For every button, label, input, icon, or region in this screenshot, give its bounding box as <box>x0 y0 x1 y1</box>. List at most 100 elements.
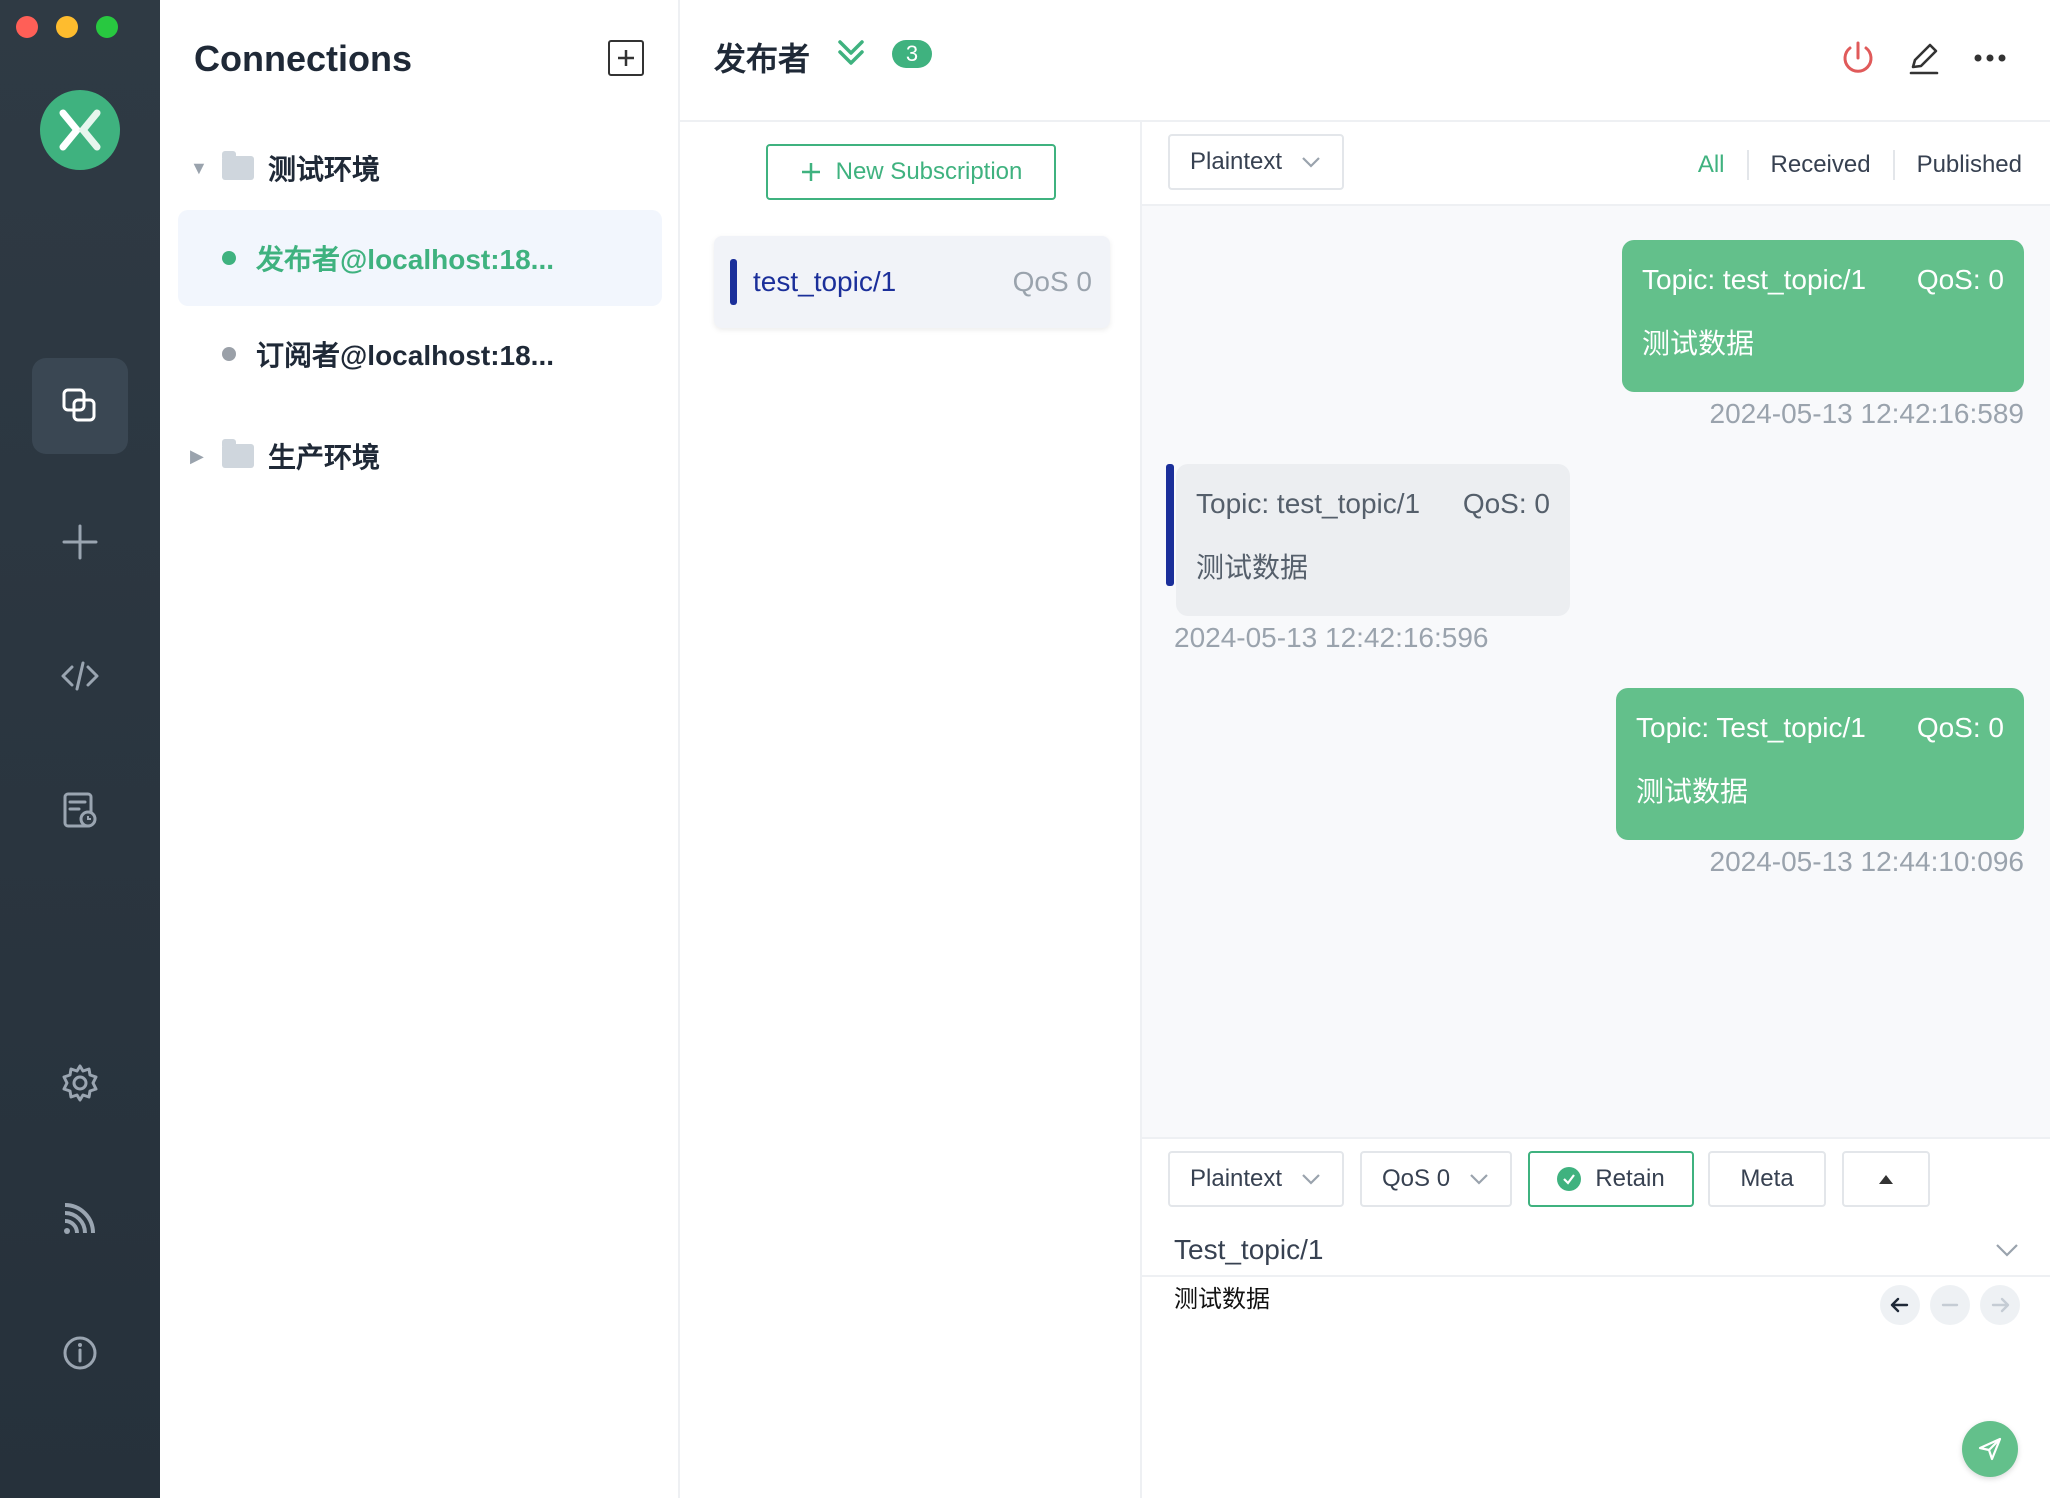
chevron-down-icon[interactable] <box>1994 1242 2020 1258</box>
message-payload: 测试数据 <box>1636 776 1749 807</box>
nav-rail <box>0 0 160 1498</box>
script-nav-button[interactable] <box>32 628 128 724</box>
format-value: Plaintext <box>1190 148 1283 175</box>
chevron-down-icon <box>1302 157 1320 168</box>
window-minimize-button[interactable] <box>56 16 78 38</box>
caret-up-icon <box>1879 1175 1893 1184</box>
window-close-button[interactable] <box>16 16 38 38</box>
tab-published[interactable]: Published <box>1895 151 2044 179</box>
feed-nav-button[interactable] <box>32 1170 128 1266</box>
plus-icon <box>618 50 634 66</box>
message-payload: 测试数据 <box>1196 552 1309 583</box>
expand-composer-button[interactable] <box>1842 1151 1930 1207</box>
chevron-down-icon <box>1470 1174 1488 1185</box>
arrow-right-icon <box>1991 1297 2010 1313</box>
power-icon <box>1843 41 1873 73</box>
message-payload: 测试数据 <box>1642 328 1755 359</box>
log-nav-button[interactable] <box>32 762 128 858</box>
qos-select[interactable]: QoS 0 <box>1360 1151 1512 1207</box>
settings-nav-button[interactable] <box>32 1035 128 1131</box>
minus-icon <box>1941 1303 1959 1307</box>
retain-toggle[interactable]: Retain <box>1528 1151 1694 1207</box>
history-clear-button[interactable] <box>1930 1285 1970 1325</box>
code-icon <box>61 661 99 691</box>
app-logo-icon <box>40 90 120 170</box>
composer-divider <box>1142 1275 2050 1277</box>
message-topic: Topic: Test_topic/1 <box>1636 712 1866 743</box>
gear-icon <box>62 1064 98 1102</box>
payload-editor[interactable]: 测试数据 <box>1174 1279 1270 1314</box>
group-label: 生产环境 <box>268 442 381 473</box>
about-nav-button[interactable] <box>32 1305 128 1401</box>
message-topic: Topic: test_topic/1 <box>1642 264 1867 295</box>
connection-name: 发布者@localhost:18... <box>256 244 555 275</box>
rss-icon <box>64 1203 95 1234</box>
collapse-button[interactable] <box>834 36 868 75</box>
connection-status-dot <box>222 251 236 265</box>
send-icon <box>1978 1437 2002 1461</box>
history-back-button[interactable] <box>1880 1285 1920 1325</box>
publish-topic-value: Test_topic/1 <box>1174 1234 1324 1265</box>
disconnect-button[interactable] <box>1838 38 1878 78</box>
caret-right-icon: ▶ <box>190 445 204 466</box>
message-timestamp: 2024-05-13 12:42:16:589 <box>1709 398 2025 429</box>
connection-item-subscriber[interactable]: 订阅者@localhost:18... <box>178 306 662 402</box>
message-bubble-received[interactable]: Topic: test_topic/1 QoS: 0 测试数据 <box>1176 464 1570 616</box>
group-label: 测试环境 <box>268 154 381 185</box>
edit-connection-button[interactable] <box>1904 38 1944 78</box>
message-timestamp: 2024-05-13 12:44:10:096 <box>1709 846 2025 877</box>
incoming-color-bar <box>1166 464 1174 586</box>
message-filter-bar: Plaintext All Received Published <box>1142 122 2050 206</box>
check-icon <box>1557 1167 1582 1191</box>
chevron-down-icon <box>1302 1174 1320 1185</box>
edit-icon <box>1909 43 1939 75</box>
message-bubble-published[interactable]: Topic: test_topic/1 QoS: 0 测试数据 <box>1622 240 2024 392</box>
subscription-color-bar <box>730 259 737 305</box>
message-count-badge: 3 <box>892 40 932 68</box>
message-bubble-published[interactable]: Topic: Test_topic/1 QoS: 0 测试数据 <box>1616 688 2024 840</box>
subscription-item[interactable]: test_topic/1 QoS 0 <box>714 236 1110 328</box>
message-composer: Plaintext QoS 0 Retain Meta Test_topic/1… <box>1142 1137 2050 1498</box>
new-connection-nav-button[interactable] <box>32 494 128 590</box>
connections-title: Connections <box>194 38 413 79</box>
payload-format-select[interactable]: Plaintext <box>1168 1151 1344 1207</box>
connections-nav-button[interactable] <box>32 358 128 454</box>
message-topic: Topic: test_topic/1 <box>1196 488 1421 519</box>
connection-header: 发布者 3 <box>680 0 2050 122</box>
arrow-left-icon <box>1890 1297 1909 1313</box>
message-qos: QoS: 0 <box>1916 264 2004 295</box>
publish-topic-input[interactable]: Test_topic/1 <box>1174 1227 2020 1273</box>
plus-icon <box>801 163 820 181</box>
qos-value: QoS 0 <box>1382 1165 1451 1192</box>
caret-down-icon: ▼ <box>190 157 208 178</box>
tab-received[interactable]: Received <box>1749 151 1893 179</box>
new-group-button[interactable] <box>608 40 644 76</box>
message-format-select[interactable]: Plaintext <box>1168 134 1344 190</box>
new-subscription-button[interactable]: New Subscription <box>766 144 1056 200</box>
message-tabs: All Received Published <box>1676 150 2044 180</box>
more-options-button[interactable] <box>1970 38 2010 78</box>
meta-button[interactable]: Meta <box>1708 1151 1826 1207</box>
subscription-qos: QoS 0 <box>1012 266 1092 297</box>
connection-name: 订阅者@localhost:18... <box>256 340 555 371</box>
connections-panel: Connections ▼ 测试环境 发布者@localhost:18... 订… <box>160 0 680 1498</box>
message-qos: QoS: 0 <box>1462 488 1550 519</box>
connections-icon <box>62 388 96 422</box>
connection-status-dot <box>222 347 236 361</box>
send-button[interactable] <box>1962 1421 2018 1477</box>
info-icon <box>63 1336 97 1370</box>
tab-all[interactable]: All <box>1676 151 1747 179</box>
plus-icon <box>62 524 98 560</box>
window-zoom-button[interactable] <box>96 16 118 38</box>
folder-icon <box>222 439 254 468</box>
messages-panel: Plaintext All Received Published Topic: … <box>1142 122 2050 1137</box>
history-forward-button[interactable] <box>1980 1285 2020 1325</box>
message-qos: QoS: 0 <box>1916 712 2004 743</box>
group-row-prod[interactable]: ▶ 生产环境 <box>190 436 380 476</box>
connection-title: 发布者 <box>714 41 811 77</box>
new-subscription-label: New Subscription <box>835 158 1023 185</box>
group-row-test[interactable]: ▼ 测试环境 <box>190 148 380 188</box>
connection-item-publisher[interactable]: 发布者@localhost:18... <box>178 210 662 306</box>
meta-label: Meta <box>1740 1165 1794 1192</box>
message-timestamp: 2024-05-13 12:42:16:596 <box>1174 622 1489 653</box>
